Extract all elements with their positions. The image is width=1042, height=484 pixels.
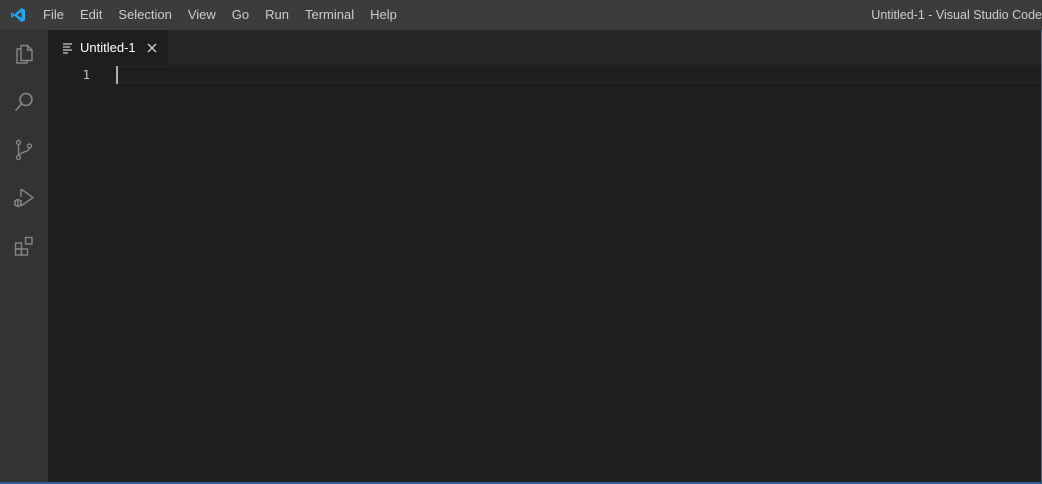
- files-icon: [16, 44, 33, 64]
- current-line-highlight: [112, 66, 1042, 83]
- menu-bar: File Edit Selection View Go Run Terminal…: [35, 0, 405, 30]
- activity-bar: [0, 30, 48, 484]
- vscode-logo-icon[interactable]: [1, 0, 35, 30]
- menu-selection[interactable]: Selection: [110, 0, 179, 30]
- tab-label: Untitled-1: [80, 40, 136, 55]
- menu-edit[interactable]: Edit: [72, 0, 110, 30]
- text-cursor: [116, 66, 118, 84]
- source-control-icon: [15, 139, 33, 161]
- run-debug-icon: [14, 188, 35, 208]
- editor-group: Untitled-1 1: [48, 30, 1042, 484]
- menu-help[interactable]: Help: [362, 0, 405, 30]
- line-number: 1: [82, 68, 90, 82]
- tab-untitled-1[interactable]: Untitled-1: [48, 30, 168, 65]
- activity-run-debug[interactable]: [0, 174, 48, 222]
- extensions-icon: [14, 236, 33, 256]
- menu-go[interactable]: Go: [224, 0, 257, 30]
- menu-view[interactable]: View: [180, 0, 224, 30]
- window-title: Untitled-1 - Visual Studio Code: [871, 8, 1042, 22]
- vscode-window: File Edit Selection View Go Run Terminal…: [0, 0, 1042, 484]
- search-icon: [14, 92, 33, 112]
- menu-run[interactable]: Run: [257, 0, 297, 30]
- activity-source-control[interactable]: [0, 126, 48, 174]
- activity-explorer[interactable]: [0, 30, 48, 78]
- activity-search[interactable]: [0, 78, 48, 126]
- menu-terminal[interactable]: Terminal: [297, 0, 362, 30]
- activity-extensions[interactable]: [0, 222, 48, 270]
- text-editor[interactable]: 1: [48, 65, 1042, 484]
- menu-file[interactable]: File: [35, 0, 72, 30]
- close-icon[interactable]: [144, 40, 160, 56]
- file-lines-icon: [62, 42, 74, 54]
- tabs-bar: Untitled-1: [48, 30, 1042, 65]
- title-bar: File Edit Selection View Go Run Terminal…: [0, 0, 1042, 30]
